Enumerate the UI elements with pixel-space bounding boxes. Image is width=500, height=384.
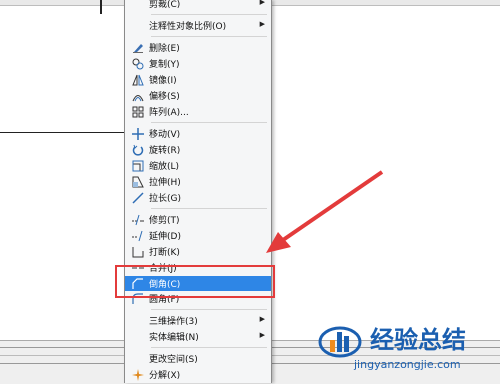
watermark-url: jingyanzongjie.com xyxy=(354,358,461,371)
watermark-title: 经验总结 xyxy=(370,326,466,354)
watermark-logo-icon xyxy=(318,326,362,358)
watermark: 经验总结 jingyanzongjie.com xyxy=(318,318,500,383)
